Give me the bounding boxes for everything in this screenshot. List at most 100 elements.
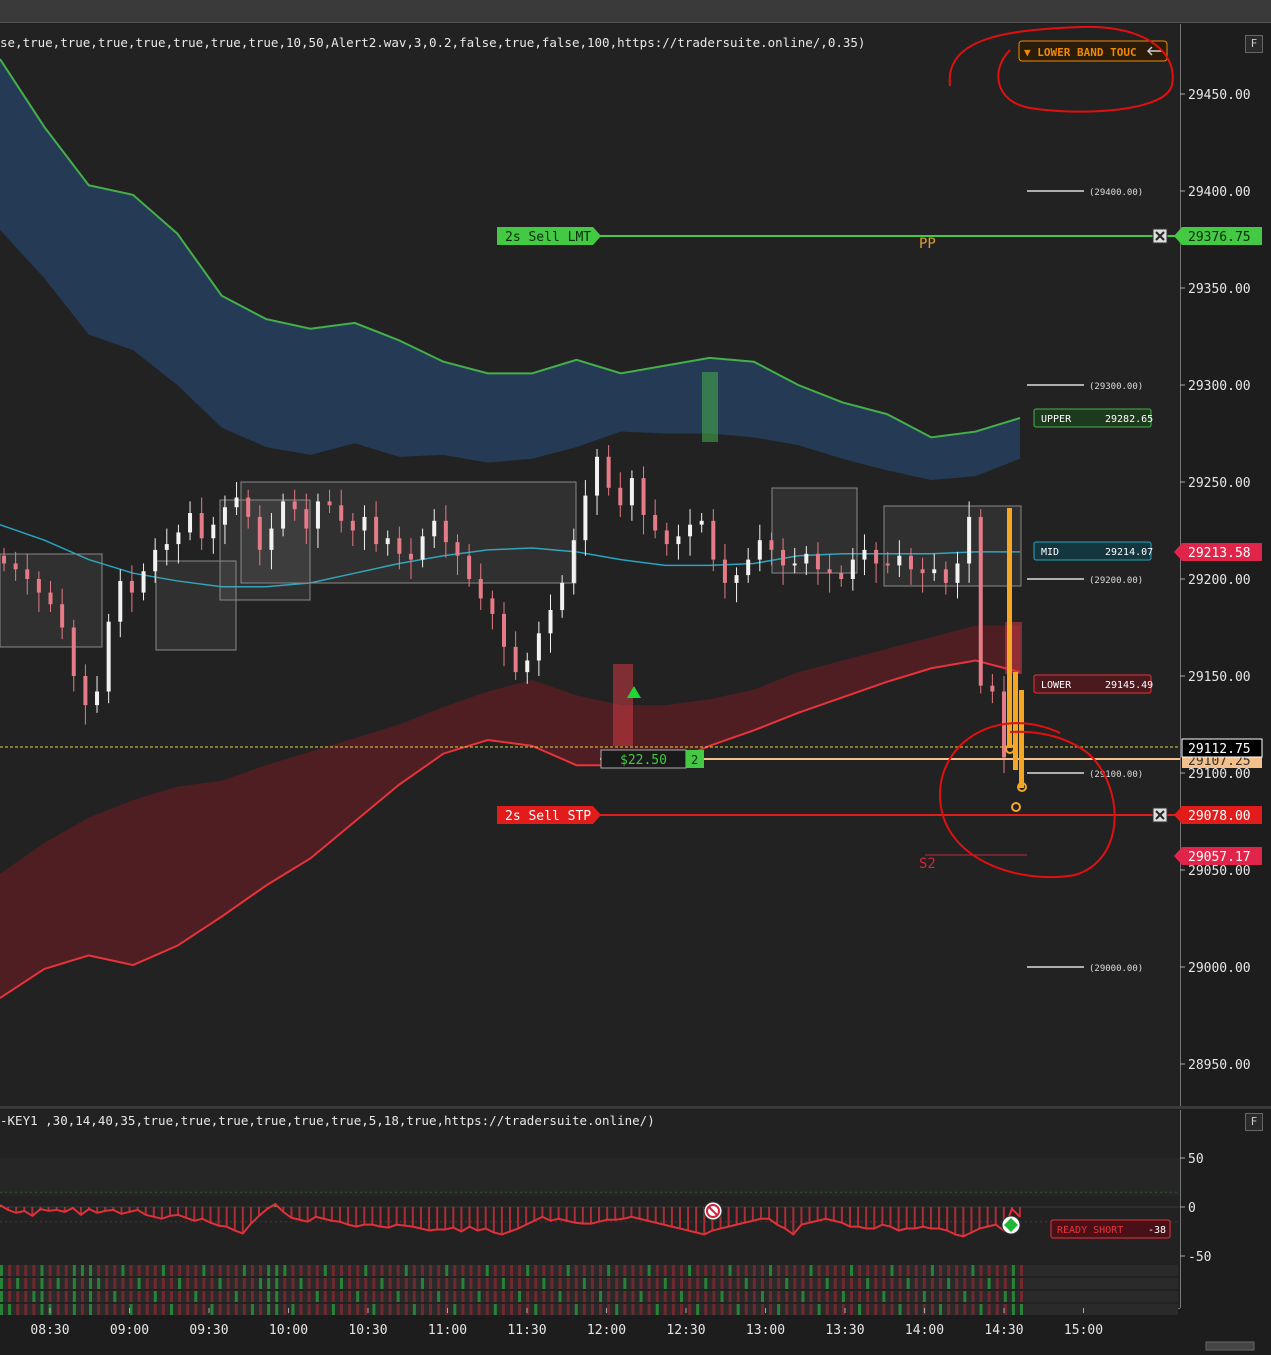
- strength-cell: [161, 1265, 165, 1276]
- strength-cell: [485, 1304, 489, 1315]
- candle-body: [571, 540, 576, 583]
- strength-cell: [275, 1265, 279, 1276]
- strength-cell: [987, 1291, 991, 1302]
- strength-cell: [234, 1304, 238, 1315]
- sell-limit-cancel-button[interactable]: [1152, 228, 1168, 244]
- strength-cell: [161, 1291, 165, 1302]
- strength-cell: [340, 1304, 343, 1315]
- candle-body: [327, 501, 332, 506]
- sell-limit-order-label[interactable]: 2s Sell LMT: [497, 227, 601, 245]
- candle-body: [129, 580, 134, 593]
- strength-cell: [874, 1291, 878, 1302]
- strength-cell: [275, 1304, 279, 1315]
- strength-cell: [64, 1304, 68, 1315]
- strength-cell: [518, 1304, 522, 1315]
- strength-cell: [947, 1278, 951, 1289]
- alert-candle: [1019, 690, 1024, 788]
- candle-body: [222, 507, 227, 525]
- strength-cell: [728, 1291, 732, 1302]
- strength-cell: [80, 1278, 84, 1289]
- annotation-circle: [948, 25, 1174, 113]
- strength-cell: [323, 1304, 327, 1315]
- strength-cell: [744, 1304, 748, 1315]
- candle-body: [676, 536, 681, 545]
- strength-cell: [623, 1304, 627, 1315]
- strength-cell: [8, 1291, 12, 1302]
- svg-text:29214.07: 29214.07: [1105, 547, 1153, 558]
- candle-body: [536, 633, 541, 661]
- position-label[interactable]: $22.50 2: [600, 749, 704, 769]
- candle-body: [722, 559, 727, 583]
- buy-signal-icon: [1001, 1215, 1021, 1235]
- strength-cell: [858, 1278, 862, 1289]
- s2-price-flag: 29057.17: [1174, 847, 1262, 865]
- strength-cell: [1011, 1278, 1015, 1289]
- strength-cell: [688, 1278, 692, 1289]
- strength-cell: [259, 1304, 263, 1315]
- strength-cell: [170, 1291, 173, 1302]
- strength-cell: [267, 1304, 271, 1315]
- strength-cell: [947, 1304, 951, 1315]
- strength-cell: [760, 1304, 764, 1315]
- svg-text:READY SHORT: READY SHORT: [1057, 1225, 1123, 1236]
- strength-cell: [267, 1278, 271, 1289]
- strength-cell: [275, 1291, 279, 1302]
- strength-cell: [582, 1304, 586, 1315]
- strength-cell: [24, 1291, 28, 1302]
- ready-short-tag: READY SHORT -38: [1050, 1219, 1171, 1239]
- candle-body: [211, 524, 216, 539]
- strength-cell: [97, 1278, 101, 1289]
- strength-cell: [501, 1291, 505, 1302]
- time-tick-label: 08:30: [30, 1323, 69, 1338]
- strength-cell: [396, 1265, 400, 1276]
- strength-cell: [469, 1291, 473, 1302]
- candle-body: [908, 555, 913, 570]
- oscillator-tick-label: -50: [1188, 1250, 1211, 1265]
- strength-cell: [623, 1265, 627, 1276]
- candle-body: [769, 540, 774, 550]
- strength-cell: [250, 1278, 254, 1289]
- strength-cell: [32, 1304, 36, 1315]
- time-tick-label: 09:30: [189, 1323, 228, 1338]
- strength-cell: [647, 1278, 651, 1289]
- candle-body: [188, 513, 193, 533]
- strength-cell: [145, 1304, 149, 1315]
- strength-cell: [534, 1304, 538, 1315]
- price-tick-label: 29400.00: [1188, 185, 1251, 200]
- strength-cell: [80, 1304, 84, 1315]
- strength-cell: [704, 1278, 708, 1289]
- strength-cell: [574, 1291, 578, 1302]
- time-tick-label: 11:30: [507, 1323, 546, 1338]
- strength-cell: [218, 1291, 222, 1302]
- scrollbar-thumb[interactable]: [1205, 1341, 1255, 1351]
- strength-cell: [121, 1265, 125, 1276]
- time-tick-label: 13:30: [825, 1323, 864, 1338]
- strength-cell: [315, 1304, 319, 1315]
- strength-cell: [429, 1291, 433, 1302]
- svg-text:29213.58: 29213.58: [1188, 546, 1251, 561]
- strength-cell: [331, 1291, 335, 1302]
- strength-cell: [0, 1291, 3, 1302]
- strength-cell: [226, 1265, 230, 1276]
- strength-cell: [615, 1291, 619, 1302]
- strength-cell: [48, 1278, 52, 1289]
- strength-cell: [890, 1265, 894, 1276]
- strength-cell: [404, 1304, 408, 1315]
- sell-stop-label: 2s Sell STP: [505, 809, 591, 824]
- strength-cell: [153, 1304, 157, 1315]
- strength-cell: [194, 1278, 198, 1289]
- strength-cell: [16, 1265, 20, 1276]
- svg-text:29112.75: 29112.75: [1188, 742, 1251, 757]
- strength-cell: [210, 1278, 214, 1289]
- strength-cell: [550, 1265, 554, 1276]
- candle-body: [548, 610, 553, 634]
- strength-cell: [348, 1278, 352, 1289]
- strength-cell: [493, 1304, 497, 1315]
- lower-band-touch-alert[interactable]: ▼ LOWER BAND TOUC: [1018, 40, 1168, 62]
- strength-cell: [995, 1278, 999, 1289]
- sell-stop-order-label[interactable]: 2s Sell STP: [497, 806, 601, 824]
- strength-cell: [461, 1278, 465, 1289]
- strength-cell: [833, 1304, 837, 1315]
- strength-cell: [348, 1291, 352, 1302]
- sell-stop-cancel-button[interactable]: [1152, 807, 1168, 823]
